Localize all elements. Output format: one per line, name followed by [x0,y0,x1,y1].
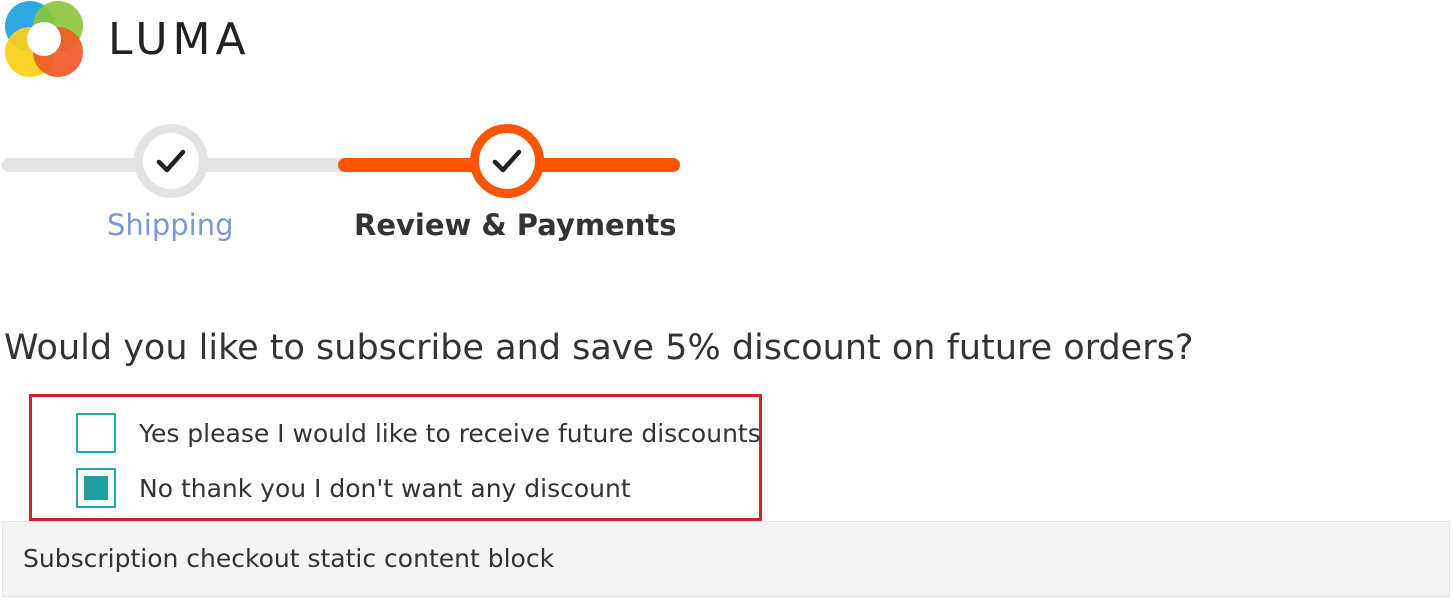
step-review-payments-label: Review & Payments [354,208,677,242]
no-option-label[interactable]: No thank you I don't want any discount [139,474,631,503]
no-checkbox[interactable] [76,468,116,508]
luma-logo[interactable]: LUMA [2,0,246,80]
static-content-block: Subscription checkout static content blo… [2,521,1450,597]
subscription-options-group: Yes please I would like to receive futur… [29,394,762,521]
checkmark-icon [156,149,186,173]
shipping-step-marker[interactable] [134,124,208,198]
yes-option-label[interactable]: Yes please I would like to receive futur… [139,419,761,448]
subscription-question: Would you like to subscribe and save 5% … [4,328,1194,368]
checkmark-icon [492,149,522,173]
brand-name: LUMA [108,14,251,65]
review-step-marker [470,124,544,198]
luma-logo-icon [5,1,83,77]
yes-checkbox[interactable] [76,413,116,453]
static-content-text: Subscription checkout static content blo… [23,544,555,573]
subscription-option-no[interactable]: No thank you I don't want any discount [76,468,631,508]
step-shipping-link[interactable]: Shipping [107,208,234,242]
checkout-progress: Shipping Review & Payments [0,110,700,260]
checkout-page: LUMA Shipping Review & Payments Would yo… [0,0,1453,600]
subscription-option-yes[interactable]: Yes please I would like to receive futur… [76,413,761,453]
checkbox-checked-indicator [84,476,108,500]
